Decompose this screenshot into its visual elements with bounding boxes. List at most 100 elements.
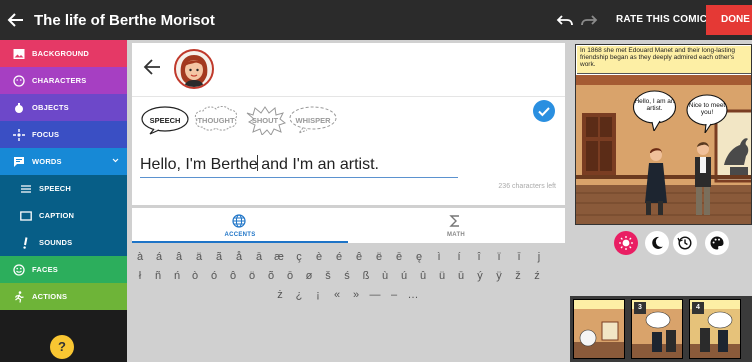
char-key[interactable]: õ xyxy=(264,270,278,282)
character-avatar[interactable] xyxy=(174,49,214,89)
text-input-underline xyxy=(140,177,458,178)
sidebar-item-words[interactable]: WORDS xyxy=(0,148,127,175)
char-key[interactable]: « xyxy=(330,289,344,301)
bubble-type-whisper[interactable]: WHISPER xyxy=(287,105,339,135)
confirm-button[interactable] xyxy=(533,100,555,122)
char-key[interactable]: í xyxy=(452,251,466,263)
speech-bubble-2[interactable]: Nice to meet you! xyxy=(686,93,728,134)
bubble-type-label: SHOUT xyxy=(251,116,279,125)
back-arrow-icon[interactable] xyxy=(142,57,162,77)
tab-accents[interactable]: ACCENTS xyxy=(132,208,348,243)
filmstrip-thumb[interactable]: 4 xyxy=(689,299,741,359)
sidebar-item-sounds[interactable]: SOUNDS xyxy=(0,229,127,256)
char-key[interactable]: ï xyxy=(492,251,506,263)
sidebar-item-objects[interactable]: OBJECTS xyxy=(0,94,127,121)
char-key[interactable]: ę xyxy=(412,251,426,263)
char-key[interactable]: â xyxy=(172,251,186,263)
char-key[interactable]: ē xyxy=(392,251,406,263)
rate-comic-button[interactable]: RATE THIS COMIC xyxy=(616,14,707,25)
caption-icon xyxy=(20,210,32,221)
char-key[interactable]: ¿ xyxy=(292,289,306,301)
char-row-2: ł ñ ń ò ó ô ö õ ō ø š ś ß ù ú û ü ū ý ÿ … xyxy=(136,270,566,288)
char-key[interactable]: æ xyxy=(272,251,286,263)
image-icon xyxy=(13,48,25,59)
tab-math[interactable]: MATH xyxy=(348,208,564,243)
sidebar-item-speech[interactable]: SPEECH xyxy=(0,175,127,202)
char-key[interactable]: é xyxy=(332,251,346,263)
char-key[interactable]: ō xyxy=(283,270,297,282)
sidebar-item-label: FOCUS xyxy=(32,130,60,139)
night-mode-button[interactable] xyxy=(645,231,669,255)
char-key[interactable]: ý xyxy=(473,270,487,282)
focus-icon xyxy=(13,128,25,141)
sidebar-item-caption[interactable]: CAPTION xyxy=(0,202,127,229)
char-key[interactable]: ź xyxy=(530,270,544,282)
panel-caption[interactable]: In 1868 she met Edouard Manet and their … xyxy=(577,46,751,74)
char-key[interactable]: ú xyxy=(397,270,411,282)
lines-icon xyxy=(21,184,31,193)
brightness-button[interactable] xyxy=(614,231,638,255)
speech-bubble-icon xyxy=(14,156,24,167)
char-key[interactable]: ī xyxy=(512,251,526,263)
char-key[interactable]: – xyxy=(387,289,401,301)
char-key[interactable]: ä xyxy=(192,251,206,263)
char-key[interactable]: ò xyxy=(188,270,202,282)
char-key[interactable]: ì xyxy=(432,251,446,263)
sidebar-item-background[interactable]: BACKGROUND xyxy=(0,40,127,67)
sidebar-item-faces[interactable]: FACES xyxy=(0,256,127,283)
char-key[interactable]: ã xyxy=(212,251,226,263)
char-key[interactable]: š xyxy=(321,270,335,282)
char-key[interactable]: ś xyxy=(340,270,354,282)
char-key[interactable]: ó xyxy=(207,270,221,282)
char-key[interactable]: ö xyxy=(245,270,259,282)
char-key[interactable]: ł xyxy=(133,270,147,282)
done-button[interactable]: DONE xyxy=(706,5,752,35)
char-key[interactable]: å xyxy=(232,251,246,263)
bubble-type-shout[interactable]: SHOUT xyxy=(243,105,287,135)
comic-editor-app: The life of Berthe Morisot RATE THIS COM… xyxy=(0,0,752,362)
char-key[interactable]: ë xyxy=(372,251,386,263)
char-key[interactable]: ê xyxy=(352,251,366,263)
char-key[interactable]: ā xyxy=(252,251,266,263)
comic-panel-preview[interactable]: In 1868 she met Edouard Manet and their … xyxy=(575,44,752,225)
char-key[interactable]: ü xyxy=(435,270,449,282)
char-key[interactable]: ñ xyxy=(151,270,165,282)
char-key[interactable]: ž xyxy=(511,270,525,282)
sidebar-item-label: CHARACTERS xyxy=(32,76,87,85)
char-key[interactable]: ż xyxy=(273,289,287,301)
char-key[interactable]: è xyxy=(312,251,326,263)
filmstrip-thumb[interactable]: 3 xyxy=(631,299,683,359)
char-key[interactable]: û xyxy=(416,270,430,282)
sidebar-item-actions[interactable]: ACTIONS xyxy=(0,283,127,310)
char-key[interactable]: à xyxy=(133,251,147,263)
speech-bubble-1[interactable]: Hello, I am an artist. xyxy=(632,89,677,133)
sidebar-item-focus[interactable]: FOCUS xyxy=(0,121,127,148)
bubble-text-input[interactable]: Hello, I'm Berthe and I'm an artist. xyxy=(140,155,379,174)
char-key[interactable]: î xyxy=(472,251,486,263)
sidebar-item-label: BACKGROUND xyxy=(32,49,89,58)
sidebar-item-characters[interactable]: CHARACTERS xyxy=(0,67,127,94)
help-button[interactable]: ? xyxy=(50,335,74,359)
history-button[interactable] xyxy=(673,231,697,255)
redo-icon[interactable] xyxy=(580,13,598,27)
char-key[interactable]: » xyxy=(349,289,363,301)
char-key[interactable]: j xyxy=(532,251,546,263)
bubble-type-speech[interactable]: SPEECH xyxy=(140,105,190,135)
char-key[interactable]: ÿ xyxy=(492,270,506,282)
char-key[interactable]: ô xyxy=(226,270,240,282)
char-key[interactable]: ¡ xyxy=(311,289,325,301)
char-key[interactable]: … xyxy=(406,289,420,301)
char-key[interactable]: ç xyxy=(292,251,306,263)
char-key[interactable]: ß xyxy=(359,270,373,282)
undo-icon[interactable] xyxy=(556,13,574,27)
char-key[interactable]: ū xyxy=(454,270,468,282)
char-key[interactable]: á xyxy=(152,251,166,263)
char-key[interactable]: ń xyxy=(170,270,184,282)
char-key[interactable]: ø xyxy=(302,270,316,282)
char-key[interactable]: ù xyxy=(378,270,392,282)
back-arrow-icon[interactable] xyxy=(6,10,26,30)
palette-button[interactable] xyxy=(705,231,729,255)
bubble-type-thought[interactable]: THOUGHT xyxy=(189,105,243,135)
filmstrip-thumb[interactable] xyxy=(573,299,625,359)
char-key[interactable]: — xyxy=(368,289,382,301)
